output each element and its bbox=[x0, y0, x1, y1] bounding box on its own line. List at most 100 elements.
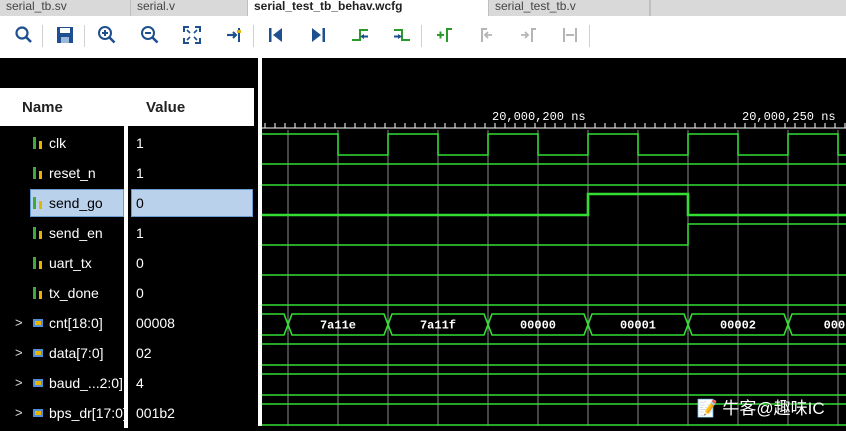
signal-row[interactable]: tx_done 0 bbox=[0, 278, 258, 308]
add-marker-button[interactable] bbox=[431, 22, 457, 48]
signal-value: 0 bbox=[136, 285, 144, 301]
signal-name: baud_...2:0] bbox=[49, 375, 123, 391]
zoom-in-icon bbox=[98, 26, 116, 44]
next-transition-icon bbox=[394, 29, 410, 41]
signal-row[interactable]: send_en 1 bbox=[0, 218, 258, 248]
signal-value: 001b2 bbox=[136, 405, 175, 421]
value-column-header[interactable]: Value bbox=[128, 88, 254, 126]
cnt-bus-value: 0000 bbox=[824, 319, 846, 333]
toolbar-separator bbox=[84, 25, 85, 47]
search-icon bbox=[15, 26, 32, 43]
signal-name: send_go bbox=[49, 195, 103, 211]
tab-waveform-config[interactable]: serial_test_tb_behav.wcfg bbox=[248, 0, 489, 16]
bit-signal-icon bbox=[32, 166, 44, 180]
expand-arrow-icon[interactable]: > bbox=[15, 338, 23, 368]
cnt-bus-value: 7a11e bbox=[320, 319, 356, 333]
signal-row[interactable]: > cnt[18:0] 00008 bbox=[0, 308, 258, 338]
send-en-waveform bbox=[262, 223, 846, 246]
signal-value: 02 bbox=[136, 345, 152, 361]
waveform-canvas: 20,000,200 ns 20,000,250 ns 7a11e 7a11f 0000… bbox=[237, 110, 846, 426]
signal-row[interactable]: > baud_...2:0] 4 bbox=[0, 368, 258, 398]
add-marker-icon bbox=[437, 28, 452, 42]
toolbar-separator bbox=[421, 25, 422, 47]
editor-tab-bar: serial_tb.sv serial.v serial_test_tb_beh… bbox=[0, 0, 846, 16]
signal-value: 1 bbox=[136, 225, 144, 241]
toolbar-separator bbox=[253, 25, 254, 47]
zoom-out-button[interactable] bbox=[137, 22, 163, 48]
zoom-out-icon bbox=[141, 26, 159, 44]
tab-divider bbox=[650, 0, 651, 16]
tab-serial-test-tb-v[interactable]: serial_test_tb.v bbox=[489, 0, 650, 16]
signal-name: uart_tx bbox=[49, 255, 92, 271]
waveform-viewer[interactable]: 20,000,200 ns 20,000,250 ns 7a11e 7a11f 0000… bbox=[237, 58, 846, 426]
signal-name: clk bbox=[49, 135, 67, 151]
signal-value: 1 bbox=[136, 135, 144, 151]
signal-name: data[7:0] bbox=[49, 345, 104, 361]
value-header-label: Value bbox=[146, 98, 186, 116]
name-column-header[interactable]: Name bbox=[0, 88, 124, 126]
go-to-end-button[interactable] bbox=[305, 22, 331, 48]
go-to-cursor-button[interactable] bbox=[221, 22, 247, 48]
signal-row[interactable]: reset_n 1 bbox=[0, 158, 258, 188]
signal-row[interactable]: uart_tx 0 bbox=[0, 248, 258, 278]
go-to-start-button[interactable] bbox=[263, 22, 289, 48]
signal-value: 00008 bbox=[136, 315, 175, 331]
signal-row[interactable]: > data[7:0] 02 bbox=[0, 338, 258, 368]
signal-value: 4 bbox=[136, 375, 144, 391]
previous-transition-icon bbox=[352, 29, 368, 41]
swap-cursors-button[interactable] bbox=[557, 22, 583, 48]
go-to-end-icon bbox=[312, 28, 325, 42]
expand-arrow-icon[interactable]: > bbox=[15, 368, 23, 398]
signal-row[interactable]: send_go 0 bbox=[0, 188, 258, 218]
zoom-fit-button[interactable] bbox=[179, 22, 205, 48]
cnt-bus-value: 00000 bbox=[520, 319, 556, 333]
time-label: 20,000,250 ns bbox=[742, 110, 836, 124]
bus-signal-icon bbox=[32, 346, 44, 360]
signal-value: 0 bbox=[136, 195, 144, 211]
bit-signal-icon bbox=[32, 226, 44, 240]
expand-arrow-icon[interactable]: > bbox=[15, 308, 23, 338]
tab-serial-v[interactable]: serial.v bbox=[131, 0, 248, 16]
bus-signal-icon bbox=[32, 376, 44, 390]
signal-name: bps_dr[17:0] bbox=[49, 405, 124, 421]
signal-name: cnt[18:0] bbox=[49, 315, 103, 331]
bit-signal-icon bbox=[32, 196, 44, 210]
go-to-start-icon bbox=[269, 28, 282, 42]
next-marker-button[interactable] bbox=[515, 22, 541, 48]
next-marker-icon bbox=[521, 28, 536, 42]
bit-signal-icon bbox=[32, 256, 44, 270]
waveform-toolbar bbox=[0, 16, 846, 59]
save-button[interactable] bbox=[52, 22, 78, 48]
signal-name: send_en bbox=[49, 225, 103, 241]
clk-waveform bbox=[262, 133, 846, 156]
name-header-label: Name bbox=[22, 98, 63, 116]
next-transition-button[interactable] bbox=[389, 22, 415, 48]
signal-row[interactable]: clk 1 bbox=[0, 128, 258, 158]
signal-list-panel: Name Value clk 1 reset_n 1 send_go 0 send_en 1 u… bbox=[0, 58, 258, 428]
save-icon bbox=[57, 27, 73, 43]
bus-signal-icon bbox=[32, 406, 44, 420]
watermark: 📝 牛客@趣味IC bbox=[688, 399, 825, 418]
toolbar-separator bbox=[42, 25, 43, 47]
toolbar-separator bbox=[589, 25, 590, 47]
search-button[interactable] bbox=[11, 22, 37, 48]
go-to-cursor-icon bbox=[227, 28, 241, 42]
signal-value: 1 bbox=[136, 165, 144, 181]
swap-cursors-icon bbox=[563, 28, 577, 42]
zoom-in-button[interactable] bbox=[94, 22, 120, 48]
bit-signal-icon bbox=[32, 136, 44, 150]
previous-marker-icon bbox=[481, 28, 492, 42]
bus-signal-icon bbox=[32, 316, 44, 330]
cnt-bus-segment bbox=[237, 313, 289, 336]
cnt-bus-value: 00001 bbox=[620, 319, 656, 333]
tab-serial-tb-sv[interactable]: serial_tb.sv bbox=[0, 0, 131, 16]
expand-arrow-icon[interactable]: > bbox=[15, 398, 23, 428]
previous-marker-button[interactable] bbox=[473, 22, 499, 48]
signal-name: reset_n bbox=[49, 165, 96, 181]
bit-signal-icon bbox=[32, 286, 44, 300]
signal-value: 0 bbox=[136, 255, 144, 271]
selection-highlight bbox=[131, 189, 253, 217]
send-go-waveform bbox=[262, 192, 846, 217]
signal-row[interactable]: > bps_dr[17:0] 001b2 bbox=[0, 398, 258, 428]
previous-transition-button[interactable] bbox=[347, 22, 373, 48]
